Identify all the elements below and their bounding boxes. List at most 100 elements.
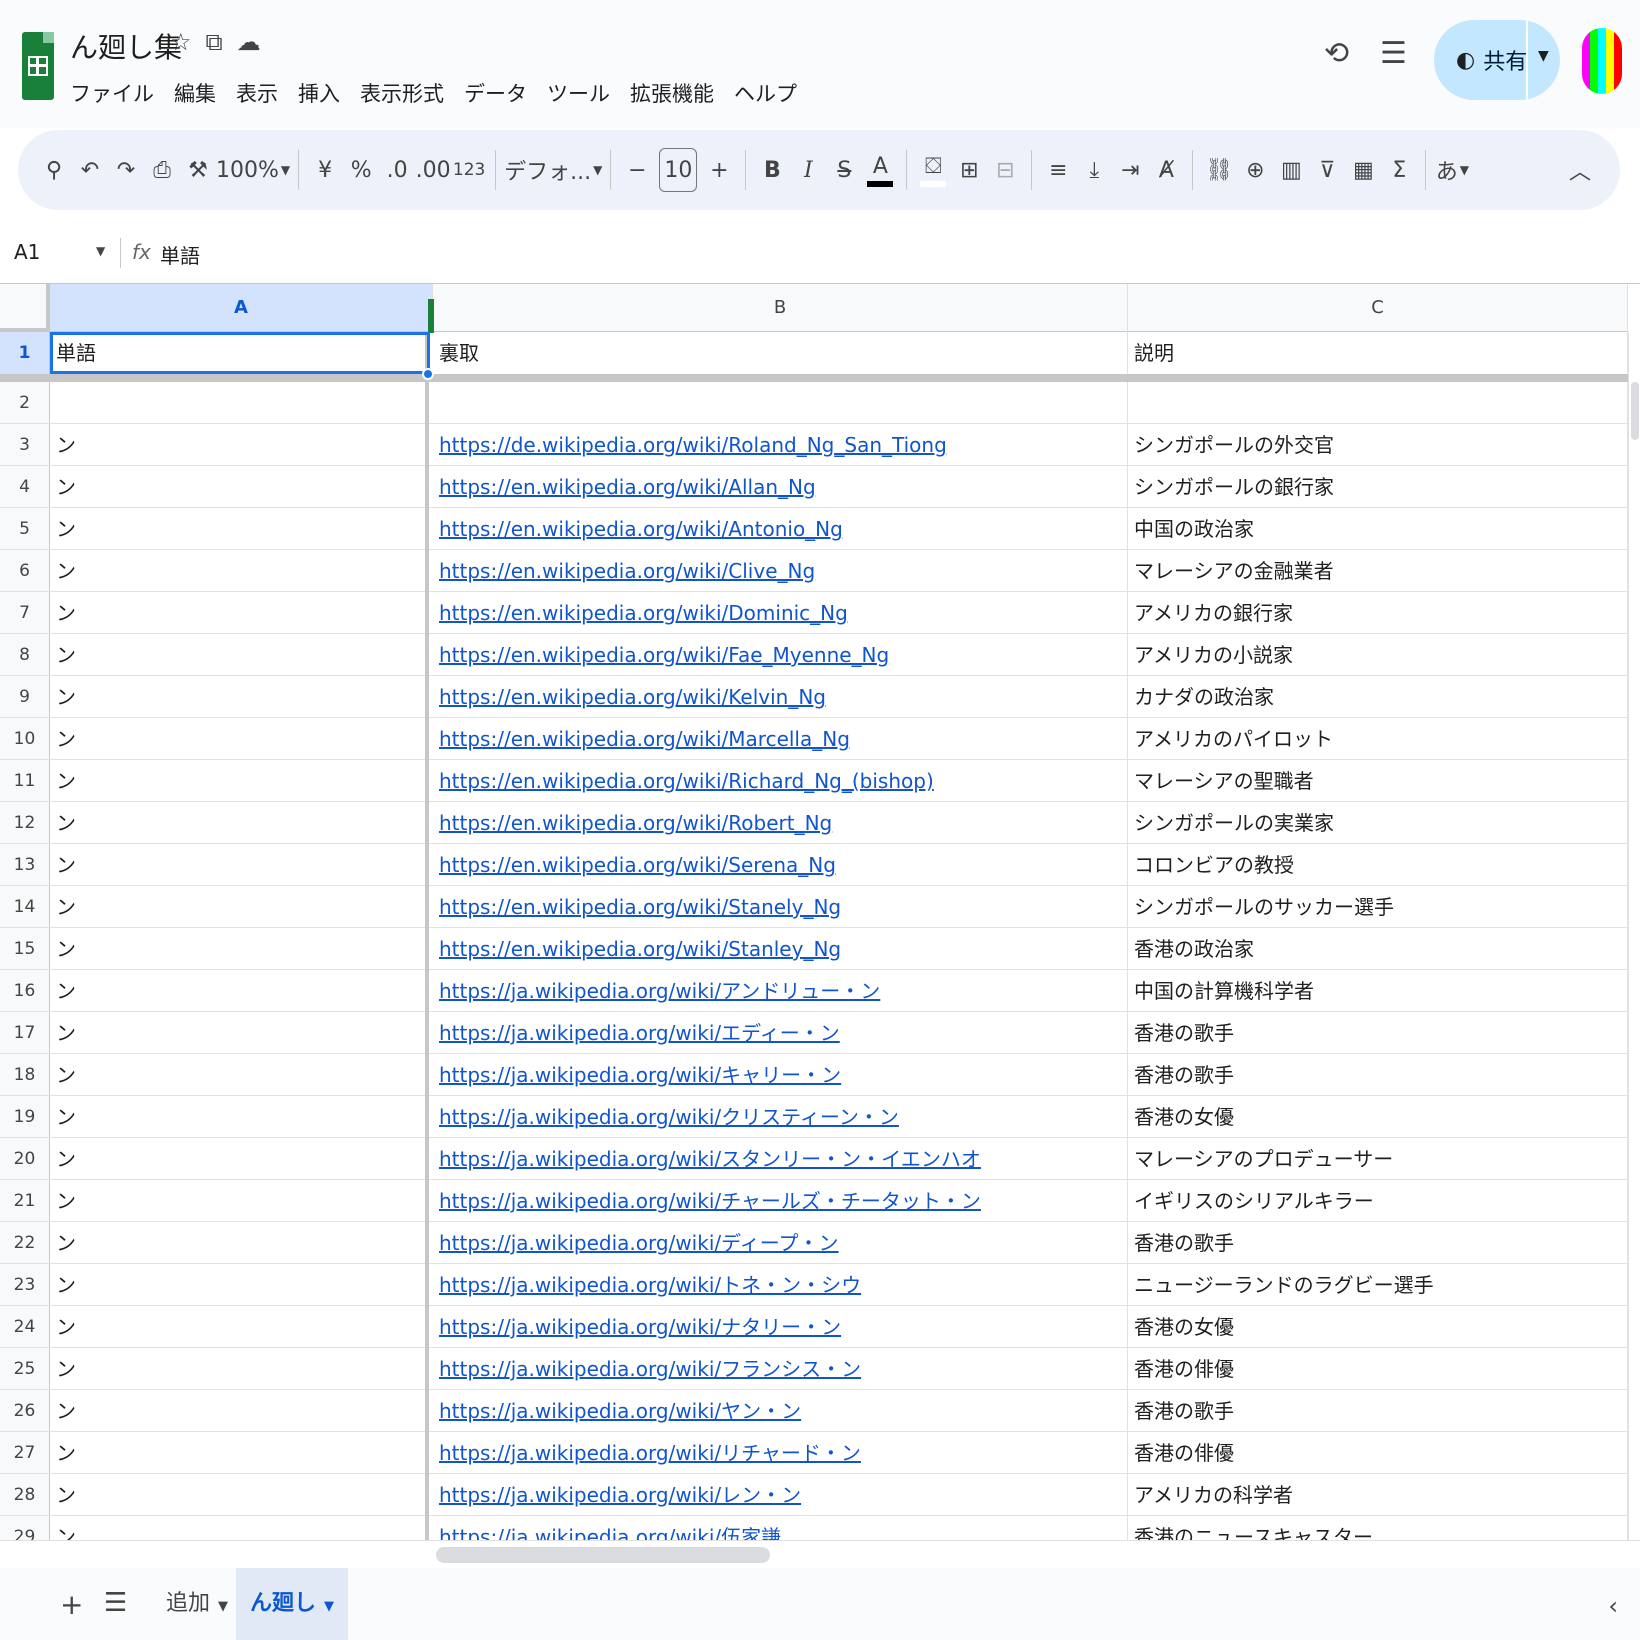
cell[interactable]: マレーシアのプロデューサー: [1128, 1138, 1628, 1180]
print-icon[interactable]: ⎙: [144, 150, 180, 190]
row-header[interactable]: 11: [0, 760, 50, 801]
chevron-left-icon[interactable]: ‹: [1608, 1592, 1618, 1620]
cell-link[interactable]: https://en.wikipedia.org/wiki/Stanely_Ng: [433, 886, 1128, 928]
cell-link[interactable]: https://en.wikipedia.org/wiki/Kelvin_Ng: [433, 676, 1128, 718]
cell[interactable]: アメリカの小説家: [1128, 634, 1628, 676]
cell-link[interactable]: https://en.wikipedia.org/wiki/Marcella_N…: [433, 718, 1128, 760]
cell[interactable]: ン: [50, 886, 429, 928]
cell-link[interactable]: https://en.wikipedia.org/wiki/Serena_Ng: [433, 844, 1128, 886]
horizontal-align-icon[interactable]: ≡: [1040, 150, 1076, 190]
paint-format-icon[interactable]: ⚒: [180, 150, 216, 190]
cell-link[interactable]: https://ja.wikipedia.org/wiki/リチャード・ン: [433, 1432, 1128, 1474]
filter-icon[interactable]: ⊽: [1309, 150, 1345, 190]
sheet-tab-active[interactable]: ん廻し ▼: [236, 1568, 349, 1640]
cell[interactable]: 香港のニュースキャスター: [1128, 1516, 1628, 1540]
cell[interactable]: 中国の計算機科学者: [1128, 970, 1628, 1012]
cell[interactable]: アメリカのパイロット: [1128, 718, 1628, 760]
font-size-increase-icon[interactable]: +: [701, 150, 737, 190]
row-header[interactable]: 3: [0, 424, 50, 465]
cell[interactable]: ン: [50, 844, 429, 886]
row-header[interactable]: 27: [0, 1432, 50, 1473]
cloud-status-icon[interactable]: ☁: [237, 28, 261, 56]
cell[interactable]: [433, 382, 1128, 424]
cell[interactable]: ン: [50, 1138, 429, 1180]
document-title[interactable]: ん廻し集: [70, 26, 182, 66]
cell[interactable]: 中国の政治家: [1128, 508, 1628, 550]
chevron-down-icon[interactable]: ▼: [324, 1599, 334, 1614]
menu-edit[interactable]: 編集: [174, 78, 216, 108]
cell[interactable]: ン: [50, 1096, 429, 1138]
cell-link[interactable]: https://ja.wikipedia.org/wiki/ナタリー・ン: [433, 1306, 1128, 1348]
row-header[interactable]: 24: [0, 1306, 50, 1347]
collapse-menu-icon[interactable]: ︿: [1562, 150, 1598, 190]
currency-format-button[interactable]: ¥: [307, 150, 343, 190]
cell[interactable]: ン: [50, 592, 429, 634]
row-header[interactable]: 26: [0, 1390, 50, 1431]
column-header-c[interactable]: C: [1128, 284, 1628, 332]
merge-cells-icon[interactable]: ⊟: [987, 150, 1023, 190]
cell[interactable]: 香港の俳優: [1128, 1432, 1628, 1474]
menu-insert[interactable]: 挿入: [298, 78, 340, 108]
cell-link[interactable]: https://en.wikipedia.org/wiki/Allan_Ng: [433, 466, 1128, 508]
row-header[interactable]: 29: [0, 1516, 50, 1540]
cell-link[interactable]: https://ja.wikipedia.org/wiki/ヤン・ン: [433, 1390, 1128, 1432]
cell[interactable]: 香港の女優: [1128, 1306, 1628, 1348]
cell-link[interactable]: https://en.wikipedia.org/wiki/Dominic_Ng: [433, 592, 1128, 634]
decrease-decimal-button[interactable]: .0: [379, 150, 415, 190]
vertical-align-icon[interactable]: ⤓: [1076, 150, 1112, 190]
cell[interactable]: 香港の歌手: [1128, 1390, 1628, 1432]
name-box[interactable]: A1: [14, 240, 40, 264]
insert-chart-icon[interactable]: ▥: [1273, 150, 1309, 190]
text-wrapping-icon[interactable]: ⇥: [1112, 150, 1148, 190]
sheets-logo-icon[interactable]: [22, 32, 54, 100]
fill-handle[interactable]: [422, 368, 434, 380]
cell-link[interactable]: https://ja.wikipedia.org/wiki/スタンリー・ン・イエ…: [433, 1138, 1128, 1180]
cell[interactable]: コロンビアの教授: [1128, 844, 1628, 886]
menu-view[interactable]: 表示: [236, 78, 278, 108]
row-header[interactable]: 13: [0, 844, 50, 885]
cell-link[interactable]: https://ja.wikipedia.org/wiki/伍家謙: [433, 1516, 1128, 1540]
cell[interactable]: [50, 382, 429, 424]
row-header[interactable]: 7: [0, 592, 50, 633]
cell[interactable]: 香港の歌手: [1128, 1012, 1628, 1054]
search-menus-icon[interactable]: ⚲: [36, 150, 72, 190]
cell[interactable]: シンガポールの実業家: [1128, 802, 1628, 844]
horizontal-scrollbar[interactable]: [0, 1540, 1640, 1568]
move-folder-icon[interactable]: ⧉: [206, 28, 223, 56]
cell[interactable]: ン: [50, 1432, 429, 1474]
row-header[interactable]: 25: [0, 1348, 50, 1389]
row-header[interactable]: 2: [0, 382, 50, 423]
cell-link[interactable]: https://ja.wikipedia.org/wiki/エディー・ン: [433, 1012, 1128, 1054]
cell-link[interactable]: https://ja.wikipedia.org/wiki/キャリー・ン: [433, 1054, 1128, 1096]
row-header[interactable]: 5: [0, 508, 50, 549]
vertical-scrollbar[interactable]: [1628, 332, 1640, 1540]
cell[interactable]: 香港の歌手: [1128, 1222, 1628, 1264]
cell-link[interactable]: https://ja.wikipedia.org/wiki/フランシス・ン: [433, 1348, 1128, 1390]
row-header[interactable]: 4: [0, 466, 50, 507]
cell[interactable]: アメリカの科学者: [1128, 1474, 1628, 1516]
row-header[interactable]: 15: [0, 928, 50, 969]
zoom-select[interactable]: 100% ▼: [216, 150, 290, 190]
share-dropdown-icon[interactable]: ▼: [1538, 48, 1549, 64]
cell-link[interactable]: https://ja.wikipedia.org/wiki/チャールズ・チータッ…: [433, 1180, 1128, 1222]
cell[interactable]: 説明: [1128, 332, 1628, 374]
cell[interactable]: マレーシアの金融業者: [1128, 550, 1628, 592]
select-all-corner[interactable]: [0, 284, 50, 332]
input-tools-button[interactable]: あ ▼: [1434, 150, 1470, 190]
cell[interactable]: カナダの政治家: [1128, 676, 1628, 718]
cell[interactable]: マレーシアの聖職者: [1128, 760, 1628, 802]
cell[interactable]: アメリカの銀行家: [1128, 592, 1628, 634]
cell[interactable]: イギリスのシリアルキラー: [1128, 1180, 1628, 1222]
menu-data[interactable]: データ: [464, 78, 527, 108]
cell[interactable]: 香港の政治家: [1128, 928, 1628, 970]
row-header[interactable]: 9: [0, 676, 50, 717]
cell[interactable]: ン: [50, 928, 429, 970]
cell[interactable]: 香港の女優: [1128, 1096, 1628, 1138]
cell-link[interactable]: https://ja.wikipedia.org/wiki/ディープ・ン: [433, 1222, 1128, 1264]
strikethrough-button[interactable]: S: [826, 150, 862, 190]
menu-tools[interactable]: ツール: [547, 78, 610, 108]
font-select[interactable]: デフォ... ▼: [504, 150, 602, 190]
row-header[interactable]: 21: [0, 1180, 50, 1221]
cell-link[interactable]: https://ja.wikipedia.org/wiki/トネ・ン・シウ: [433, 1264, 1128, 1306]
cell[interactable]: ン: [50, 1348, 429, 1390]
